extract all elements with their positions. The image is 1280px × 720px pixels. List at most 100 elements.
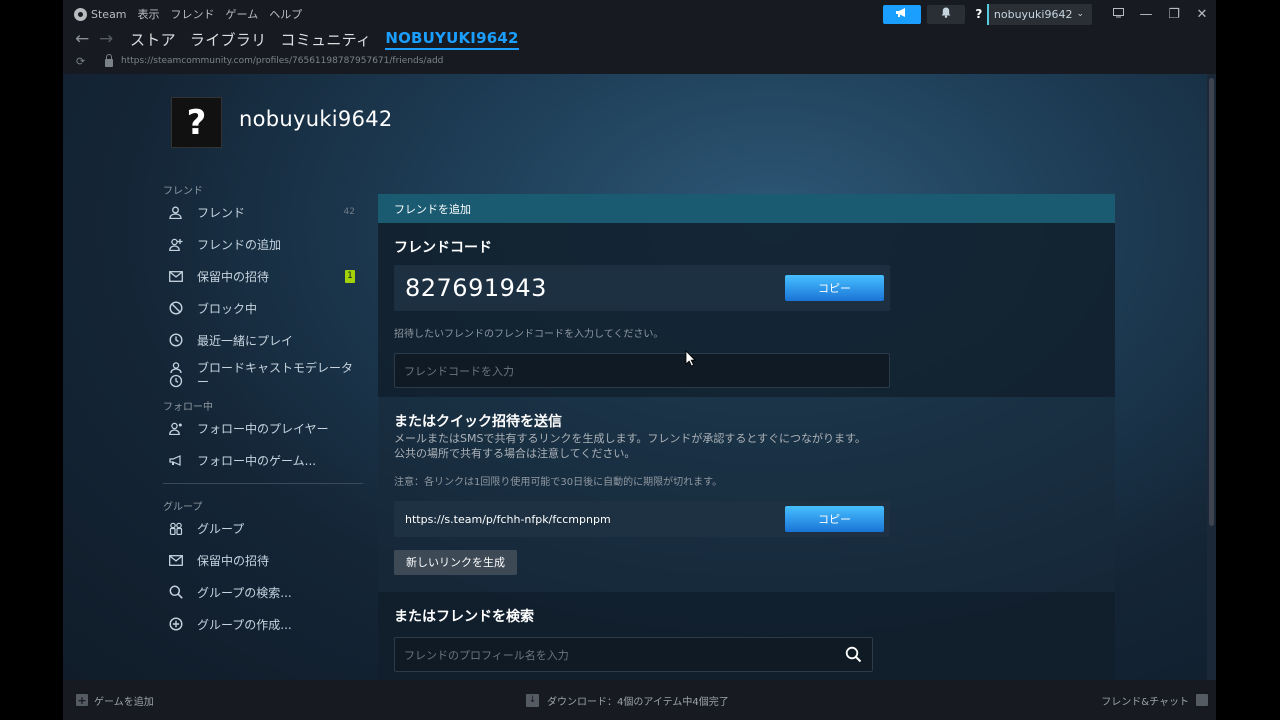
menu-view[interactable]: 表示 (138, 6, 160, 22)
sidebar-item-label: グループの作成... (197, 617, 292, 632)
friend-code-box: 827691943 コピー (394, 265, 890, 311)
friends-chat-label: フレンド&チャット (1101, 696, 1189, 708)
pending-badge: 1 (345, 269, 355, 283)
close-button[interactable]: ✕ (1188, 7, 1216, 22)
invite-link-text[interactable]: https://s.team/p/fchh-nfpk/fccmpnpm (405, 513, 611, 526)
megaphone-icon (167, 452, 184, 469)
sidebar-item-label: 保留中の招待 (197, 553, 270, 568)
profile-avatar[interactable]: ? (171, 97, 222, 148)
section-label-friends: フレンド (163, 186, 203, 197)
quick-invite-desc-2: 公共の場所で共有する場合は注意してください。 (394, 447, 636, 460)
steam-menu[interactable]: Steam (74, 7, 127, 21)
sidebar-item-groups[interactable]: グループ (163, 512, 363, 544)
refresh-icon[interactable]: ⟳ (76, 55, 90, 68)
sidebar-item-label: フォロー中のゲーム... (197, 453, 317, 468)
block-icon (167, 300, 184, 317)
account-menu-button[interactable]: ? nobuyuki9642 ⌄ (970, 3, 1092, 25)
back-arrow-icon[interactable]: ← (75, 29, 89, 49)
bottom-bar: + ゲームを追加 ↓ ダウンロード：4個のアイテム中4個完了 フレンド&チャット (63, 680, 1216, 720)
copy-link-button[interactable]: コピー (785, 506, 884, 532)
sidebar-item-label: グループ (197, 521, 245, 536)
friend-code-value: 827691943 (405, 274, 547, 302)
nav-profile[interactable]: NOBUYUKI9642 (385, 29, 519, 50)
lock-icon (105, 53, 113, 67)
search-friend-section: またはフレンドを検索 フレンドのプロフィール名を入力 (378, 592, 1115, 680)
monitor-icon (1112, 7, 1124, 22)
menu-games[interactable]: ゲーム (226, 6, 259, 22)
menu-help[interactable]: ヘルプ (269, 6, 302, 22)
search-icon[interactable] (845, 646, 862, 663)
bell-icon (941, 7, 951, 21)
big-picture-button[interactable] (1104, 7, 1132, 22)
plus-circle-icon (167, 616, 184, 633)
chevron-down-icon: ⌄ (1076, 9, 1084, 19)
notifications-button[interactable] (926, 4, 965, 24)
steam-client-window: Steam 表示 フレンド ゲーム ヘルプ ? nobuyuki9642 ⌄ —… (63, 0, 1216, 720)
downloads-label: ダウンロード：4個のアイテム中4個完了 (547, 696, 729, 708)
mouse-cursor-icon (685, 350, 696, 367)
friends-sidebar: フレンド フレンド 42 フレンドの追加 保留中の招待 1 ブロック中 最近一緒… (163, 182, 363, 640)
quick-invite-desc-1: メールまたはSMSで共有するリンクを生成します。フレンドが承認するとすぐにつなが… (394, 432, 866, 445)
nav-store[interactable]: ストア (130, 29, 176, 50)
restore-button[interactable]: ❐ (1160, 7, 1188, 22)
add-person-icon (167, 236, 184, 253)
announcements-button[interactable] (882, 4, 921, 24)
sidebar-item-blocked[interactable]: ブロック中 (163, 292, 363, 324)
profile-search-input[interactable]: フレンドのプロフィール名を入力 (394, 637, 873, 672)
account-name: nobuyuki9642 (993, 7, 1073, 21)
sidebar-item-following-games[interactable]: フォロー中のゲーム... (163, 444, 363, 476)
menu-friends[interactable]: フレンド (171, 6, 215, 22)
page-content: ? nobuyuki9642 フレンド フレンド 42 フレンドの追加 保留中の… (63, 74, 1207, 680)
friend-code-section: フレンドコード 827691943 コピー 招待したいフレンドのフレンドコードを… (378, 223, 1115, 397)
profile-name[interactable]: nobuyuki9642 (239, 107, 393, 131)
clock-icon (167, 332, 184, 349)
steam-logo-icon (74, 7, 87, 21)
chat-icon (1196, 694, 1208, 706)
sidebar-item-friends[interactable]: フレンド 42 (163, 196, 363, 228)
friend-code-input[interactable]: フレンドコードを入力 (394, 353, 890, 388)
sidebar-item-broadcast-moderators[interactable]: ブロードキャストモデレーター (163, 356, 363, 396)
section-label-groups: グループ (163, 502, 203, 513)
downloads-status[interactable]: ↓ ダウンロード：4個のアイテム中4個完了 (526, 693, 729, 708)
friend-code-title: フレンドコード (394, 240, 492, 256)
close-icon: ✕ (1196, 6, 1208, 22)
nav-library[interactable]: ライブラリ (190, 29, 267, 50)
sidebar-item-label: ブロック中 (197, 301, 258, 316)
sidebar-item-following-players[interactable]: フォロー中のプレイヤー (163, 412, 363, 444)
sidebar-item-create-group[interactable]: グループの作成... (163, 608, 363, 640)
add-game-button[interactable]: + ゲームを追加 (76, 693, 154, 708)
quick-invite-note: 注意：各リンクは1回限り使用可能で30日後に自動的に期限が切れます。 (394, 477, 723, 488)
sidebar-item-add-friend[interactable]: フレンドの追加 (163, 228, 363, 260)
plus-icon: + (76, 693, 88, 707)
account-avatar: ? (970, 3, 989, 25)
envelope-icon (167, 268, 184, 285)
minimize-button[interactable]: — (1132, 7, 1160, 22)
nav-community[interactable]: コミュニティ (280, 29, 371, 50)
search-friend-title: またはフレンドを検索 (394, 609, 534, 625)
copy-code-button[interactable]: コピー (785, 275, 884, 301)
panel-header: フレンドを追加 (378, 194, 1115, 223)
steam-menu-label: Steam (91, 7, 127, 21)
sidebar-item-label: フレンド (197, 205, 246, 220)
sidebar-item-label: 保留中の招待 (197, 269, 270, 284)
add-friend-panel: フレンドを追加 フレンドコード 827691943 コピー 招待したいフレンドの… (378, 194, 1115, 680)
nav-bar: ← → ストア ライブラリ コミュニティ NOBUYUKI9642 (63, 28, 1216, 50)
sidebar-item-search-groups[interactable]: グループの検索... (163, 576, 363, 608)
friends-chat-button[interactable]: フレンド&チャット (1101, 693, 1208, 708)
generate-link-button[interactable]: 新しいリンクを生成 (394, 550, 517, 575)
friend-code-hint: 招待したいフレンドのフレンドコードを入力してください。 (394, 329, 664, 340)
sidebar-item-group-invites[interactable]: 保留中の招待 (163, 544, 363, 576)
sidebar-item-recently-played[interactable]: 最近一緒にプレイ (163, 324, 363, 356)
forward-arrow-icon[interactable]: → (99, 29, 113, 49)
group-icon (167, 520, 184, 537)
invite-link-box: https://s.team/p/fchh-nfpk/fccmpnpm コピー (394, 501, 890, 537)
restore-icon: ❐ (1168, 6, 1180, 22)
scrollbar-thumb[interactable] (1209, 78, 1214, 526)
search-icon (167, 584, 184, 601)
url-text[interactable]: https://steamcommunity.com/profiles/7656… (121, 56, 443, 66)
sidebar-item-label: ブロードキャストモデレーター (197, 361, 354, 389)
page-scrollbar[interactable] (1207, 74, 1216, 680)
sidebar-item-label: グループの検索... (197, 585, 292, 600)
sidebar-item-pending-invites[interactable]: 保留中の招待 1 (163, 260, 363, 292)
sidebar-item-label: フレンドの追加 (197, 237, 282, 252)
